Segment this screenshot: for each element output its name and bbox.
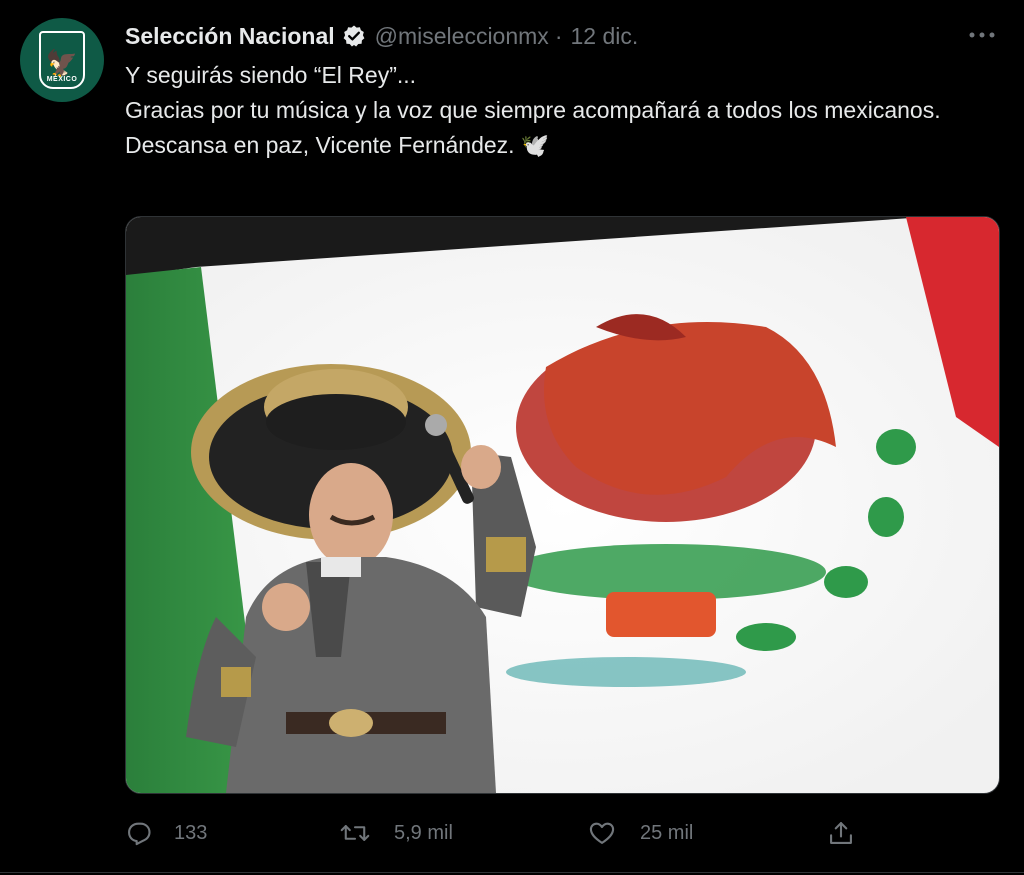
reply-icon — [124, 818, 154, 848]
tweet-line: Y seguirás siendo “El Rey”... — [125, 62, 417, 88]
more-icon — [969, 32, 995, 38]
avatar[interactable]: 🦅 MÉXICO — [20, 18, 104, 102]
like-count: 25 mil — [640, 821, 694, 844]
share-icon — [826, 818, 856, 848]
seleccion-crest-logo: 🦅 MÉXICO — [39, 31, 85, 89]
tweet-photo[interactable] — [125, 216, 1000, 794]
avatar-text: MÉXICO — [46, 76, 78, 83]
account-name[interactable]: Selección Nacional — [125, 23, 335, 50]
reply-count: 133 — [174, 821, 208, 844]
tweet-line: Gracias por tu música y la voz que siemp… — [125, 97, 941, 123]
vicente-fernandez-photo — [126, 217, 999, 793]
divider — [0, 872, 1024, 873]
eagle-icon: 🦅 — [45, 48, 79, 78]
like-icon — [587, 818, 617, 848]
retweet-count: 5,9 mil — [394, 821, 453, 844]
tweet-line: Descansa en paz, Vicente Fernández. 🕊️ — [125, 132, 550, 158]
reply-button[interactable]: 133 — [124, 812, 207, 854]
verified-icon — [341, 23, 367, 49]
tweet[interactable]: 🦅 MÉXICO Selección Nacional @miseleccion… — [0, 0, 1024, 875]
header-separator: · — [554, 22, 563, 49]
retweet-icon — [340, 818, 370, 848]
more-options-button[interactable] — [960, 20, 1004, 50]
tweet-header: Selección Nacional @miseleccionmx · 12 d… — [125, 20, 638, 52]
tweet-date[interactable]: 12 dic. — [570, 23, 638, 50]
retweet-button[interactable]: 5,9 mil — [340, 812, 453, 854]
tweet-actions: 133 5,9 mil 25 mil — [0, 812, 1024, 854]
account-handle[interactable]: @miseleccionmx — [375, 23, 549, 50]
share-button[interactable] — [826, 812, 856, 854]
like-button[interactable]: 25 mil — [587, 812, 693, 854]
tweet-text: Y seguirás siendo “El Rey”... Gracias po… — [125, 58, 985, 163]
